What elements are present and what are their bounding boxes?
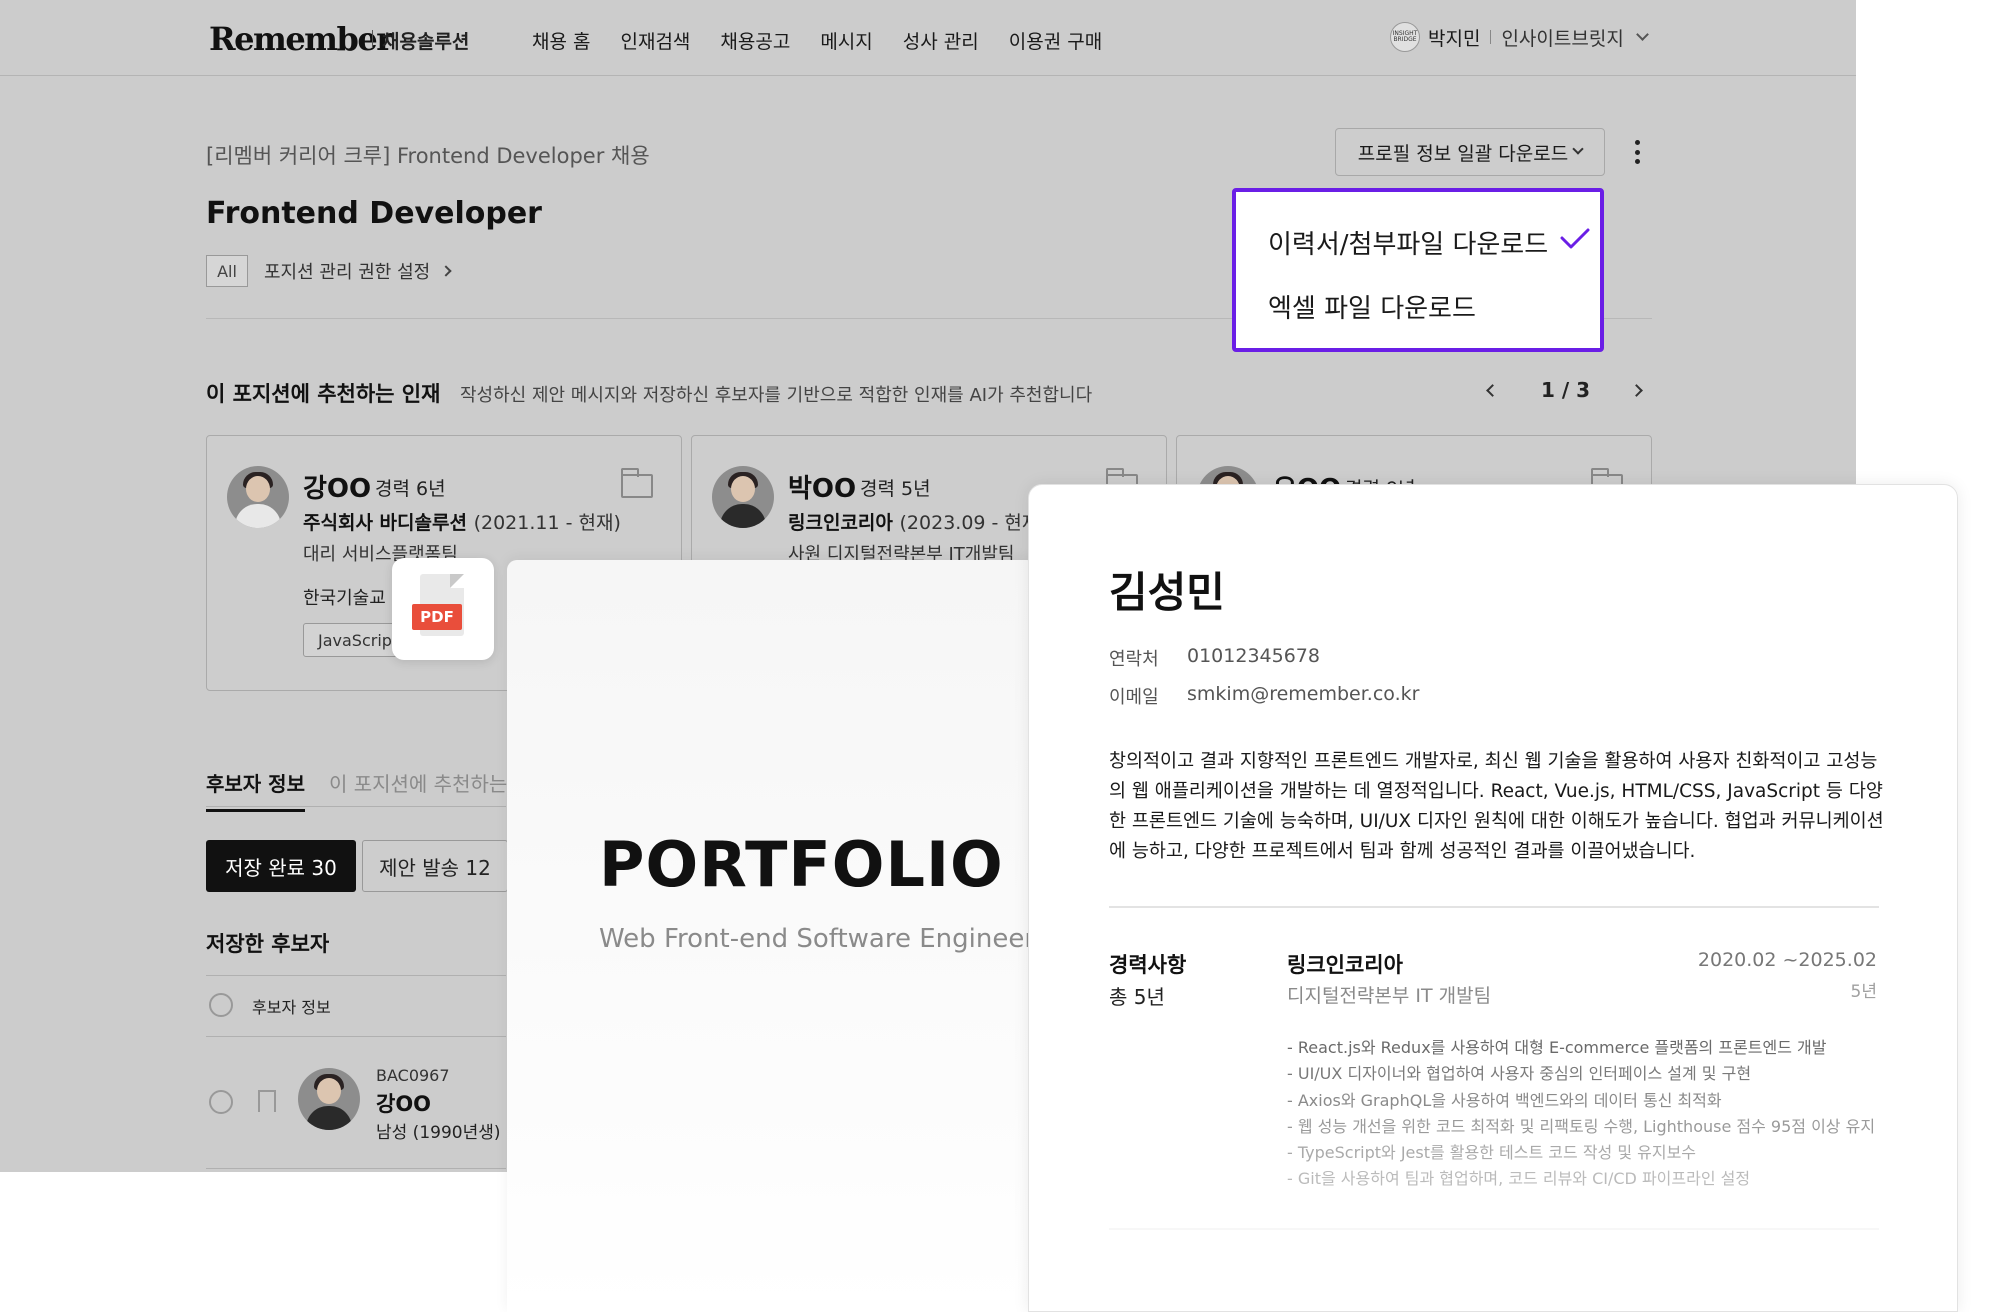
recommend-pager: 1 / 3 [1486,378,1643,402]
nav-item-job-postings[interactable]: 채용공고 [720,27,790,54]
pdf-file-icon: PDF [392,558,494,660]
chevron-right-icon [440,265,452,277]
chevron-down-icon [1635,27,1649,41]
chevron-down-icon [1572,143,1584,155]
candidate-company: 링크인코리아 (2023.09 - 현재) [788,508,1047,535]
candidate-period: (2023.09 - 현재) [899,512,1047,534]
candidate-company-name: 주식회사 바디솔루션 [303,512,467,534]
logo-divider [372,30,373,48]
scope-badge: All [206,255,248,287]
email-value: smkim@remember.co.kr [1187,683,1420,705]
candidate-experience: 경력 5년 [860,478,931,500]
career-company: 링크인코리아 [1287,953,1403,977]
resume-divider [1109,906,1879,908]
tabs-divider [206,806,506,807]
bulk-download-label: 프로필 정보 일괄 다운로드 [1357,142,1569,165]
contact-label: 연락처 [1109,649,1159,670]
nav-item-messages[interactable]: 메시지 [820,27,872,54]
candidate-education: 한국기술교 [303,588,386,609]
row-checkbox[interactable] [209,1090,233,1114]
resume-introduction: 창의적이고 결과 지향적인 프론트엔드 개발자로, 최신 웹 기술을 활용하여 … [1109,751,1884,862]
recommend-section-title: 이 포지션에 추천하는 인재 [206,382,441,406]
next-page-icon[interactable] [1630,383,1643,397]
portfolio-document: PORTFOLIO Web Front-end Software Enginee… [507,560,1037,1312]
user-menu[interactable]: INSIGHT BRIDGE 박지민 인사이트브릿지 [1390,22,1649,52]
user-company: 인사이트브릿지 [1501,27,1624,50]
nav-item-purchase[interactable]: 이용권 구매 [1009,27,1102,54]
page-indicator: 1 / 3 [1541,378,1591,402]
candidate-company: 주식회사 바디솔루션 (2021.11 - 현재) [303,508,621,535]
nav-item-home[interactable]: 채용 홈 [532,27,590,54]
user-separator [1490,30,1492,44]
career-department: 디지털전략본부 IT 개발팀 [1287,985,1492,1007]
list-divider [206,1168,506,1169]
page-title: Frontend Developer [206,196,542,231]
top-header: Remember 채용솔루션 채용 홈 인재검색 채용공고 메시지 성사 관리 … [0,0,1856,76]
portfolio-subtitle: Web Front-end Software Engineer [599,924,1036,954]
screen: Remember 채용솔루션 채용 홈 인재검색 채용공고 메시지 성사 관리 … [0,0,2016,1312]
duty-item: - UI/UX 디자이너와 협업하여 사용자 중심의 인터페이스 설계 및 구현 [1287,1064,1752,1084]
saved-candidates-title: 저장한 후보자 [206,932,330,956]
avatar [227,466,289,528]
list-divider [206,975,506,976]
candidate-period: (2021.11 - 현재) [473,512,621,534]
filter-saved-button[interactable]: 저장 완료 30 [206,840,356,892]
download-dropdown-menu: 이력서/첨부파일 다운로드 엑셀 파일 다운로드 [1232,188,1604,352]
career-years: 5년 [1850,982,1877,1002]
permission-settings-label: 포지션 관리 권한 설정 [264,262,431,283]
permission-settings-link[interactable]: 포지션 관리 권한 설정 [264,258,452,284]
career-section-title: 경력사항 [1109,953,1187,977]
candidate-meta: 남성 (1990년생) [376,1123,501,1143]
recommend-section-description: 작성하신 제안 메시지와 저장하신 후보자를 기반으로 적합한 인재를 AI가 … [460,385,1093,406]
candidate-name: 박OO [788,474,857,504]
candidate-name: 강OO [303,474,372,504]
duty-item: - 웹 성능 개선을 위한 코드 최적화 및 리팩토링 수행, Lighthou… [1287,1116,1876,1136]
list-header-label: 후보자 정보 [252,998,331,1017]
job-posting-subtitle: [리멤버 커리어 크루] Frontend Developer 채용 [206,144,650,168]
remember-logo[interactable]: Remember [209,20,393,58]
bookmark-icon[interactable] [258,1090,276,1112]
candidate-code: BAC0967 [376,1066,450,1085]
resume-fade-overlay [1029,1185,1957,1311]
career-total: 총 5년 [1109,985,1165,1009]
avatar [298,1068,360,1130]
pdf-label: PDF [412,604,462,630]
duty-item: - React.js와 Redux를 사용하여 대형 E-commerce 플랫… [1287,1038,1827,1057]
career-period: 2020.02 ~2025.02 [1697,949,1877,971]
duty-item: - TypeScript와 Jest를 활용한 테스트 코드 작성 및 유지보수 [1287,1143,1697,1163]
user-name: 박지민 [1428,27,1481,50]
company-logo-icon: INSIGHT BRIDGE [1390,22,1420,52]
main-nav: 채용 홈 인재검색 채용공고 메시지 성사 관리 이용권 구매 [532,27,1132,54]
more-options-icon[interactable] [1634,140,1640,164]
resume-document: 김성민 연락처 01012345678 이메일 smkim@remember.c… [1028,484,1958,1312]
duty-item: - Axios와 GraphQL을 사용하여 백엔드와의 데이터 통신 최적화 [1287,1090,1722,1110]
save-folder-icon[interactable] [621,468,653,498]
check-icon [1560,228,1590,249]
menu-item-resume-download[interactable]: 이력서/첨부파일 다운로드 [1268,224,1548,261]
menu-item-excel-download[interactable]: 엑셀 파일 다운로드 [1268,288,1476,325]
candidate-company-name: 링크인코리아 [788,512,893,534]
select-all-checkbox[interactable] [209,993,233,1017]
resume-name: 김성민 [1109,568,1225,617]
logo-subtitle: 채용솔루션 [382,31,470,53]
nav-item-hire-management[interactable]: 성사 관리 [903,27,979,54]
contact-value: 01012345678 [1187,645,1320,667]
prev-page-icon[interactable] [1486,383,1499,397]
filter-sent-button[interactable]: 제안 발송 12 [362,840,508,892]
bulk-download-button[interactable]: 프로필 정보 일괄 다운로드 [1335,128,1605,176]
email-label: 이메일 [1109,687,1159,708]
career-duties: - React.js와 Redux를 사용하여 대형 E-commerce 플랫… [1287,1035,1875,1193]
candidate-name[interactable]: 강OO [376,1088,431,1118]
list-divider [206,1036,506,1037]
avatar [712,466,774,528]
portfolio-title: PORTFOLIO [599,828,1004,901]
candidate-experience: 경력 6년 [375,478,446,500]
nav-item-talent-search[interactable]: 인재검색 [620,27,690,54]
